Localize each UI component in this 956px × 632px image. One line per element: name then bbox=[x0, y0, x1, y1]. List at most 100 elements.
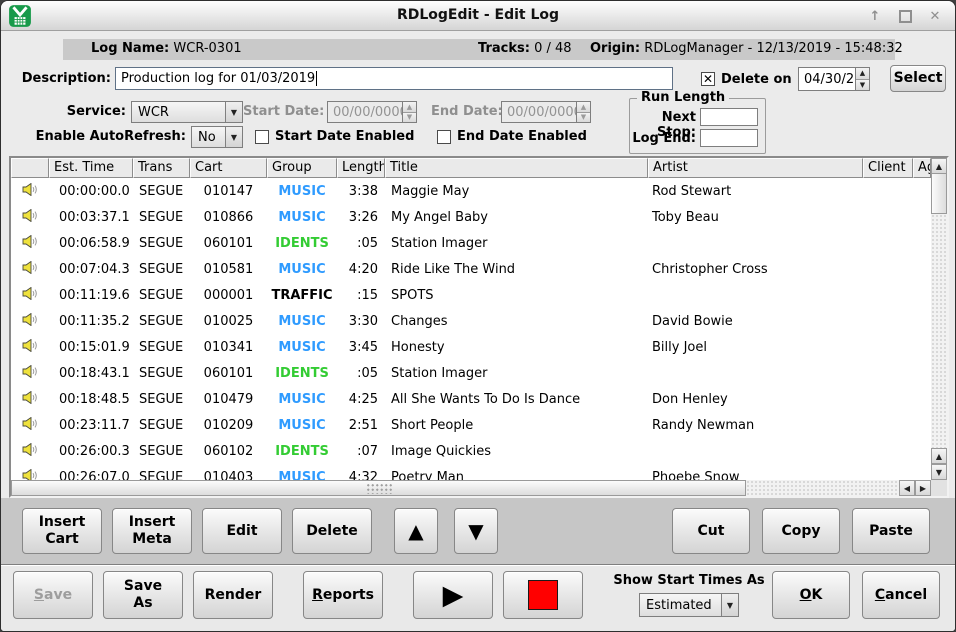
insert-cart-button[interactable]: Insert Cart bbox=[22, 508, 102, 554]
scroll-right-icon[interactable] bbox=[915, 480, 931, 496]
close-icon[interactable] bbox=[927, 8, 943, 24]
end-date-enabled-checkbox[interactable] bbox=[437, 130, 451, 144]
scroll-up-icon[interactable] bbox=[931, 448, 947, 464]
table-row[interactable]: 00:03:37.1SEGUE010866MUSIC3:26My Angel B… bbox=[11, 204, 931, 230]
cell-artist: Don Henley bbox=[648, 392, 863, 407]
scroll-down-icon[interactable] bbox=[931, 464, 947, 480]
scroll-left-icon[interactable] bbox=[899, 480, 915, 496]
save-as-button[interactable]: Save As bbox=[103, 571, 183, 619]
column-header-trans[interactable]: Trans bbox=[133, 158, 190, 178]
stop-square-icon bbox=[528, 580, 558, 610]
table-row[interactable]: 00:07:04.3SEGUE010581MUSIC4:20Ride Like … bbox=[11, 256, 931, 282]
table-row[interactable]: 00:26:00.3SEGUE060102IDENTS:07Image Quic… bbox=[11, 438, 931, 464]
column-header-cart[interactable]: Cart bbox=[190, 158, 267, 178]
cancel-button[interactable]: Cancel bbox=[862, 571, 940, 619]
spin-up-icon[interactable] bbox=[856, 68, 869, 80]
spin-down-icon[interactable] bbox=[856, 80, 869, 91]
column-header-length[interactable]: Length bbox=[337, 158, 385, 178]
scroll-up-icon[interactable] bbox=[931, 158, 947, 174]
copy-button[interactable]: Copy bbox=[762, 508, 840, 554]
table-row[interactable]: 00:18:43.1SEGUE060101IDENTS:05Station Im… bbox=[11, 360, 931, 386]
paste-button[interactable]: Paste bbox=[852, 508, 930, 554]
table-row[interactable]: 00:06:58.9SEGUE060101IDENTS:05Station Im… bbox=[11, 230, 931, 256]
cell-artist: Randy Newman bbox=[648, 418, 863, 433]
column-header-group[interactable]: Group bbox=[267, 158, 337, 178]
column-header-title[interactable]: Title bbox=[385, 158, 648, 178]
cell-cart: 010025 bbox=[190, 314, 267, 329]
cell-length: :15 bbox=[337, 288, 385, 303]
save-button[interactable]: Save bbox=[13, 571, 93, 619]
service-select[interactable]: WCR bbox=[131, 101, 243, 123]
ok-button[interactable]: OK bbox=[772, 571, 850, 619]
maximize-icon[interactable] bbox=[897, 8, 913, 24]
table-row[interactable]: 00:11:19.6SEGUE000001TRAFFIC:15SPOTS bbox=[11, 282, 931, 308]
table-row[interactable]: 00:18:48.5SEGUE010479MUSIC4:25All She Wa… bbox=[11, 386, 931, 412]
play-button[interactable]: ▶ bbox=[413, 571, 493, 619]
cut-button[interactable]: Cut bbox=[672, 508, 750, 554]
column-header-est-time[interactable]: Est. Time bbox=[49, 158, 133, 178]
button-label: Save As bbox=[124, 578, 162, 612]
table-row[interactable]: 00:26:07.0SEGUE010403MUSIC4:32Poetry Man… bbox=[11, 464, 931, 480]
cell-time: 00:07:04.3 bbox=[49, 262, 133, 277]
v-scroll-track[interactable] bbox=[931, 214, 947, 448]
cell-cart: 010866 bbox=[190, 210, 267, 225]
move-down-button[interactable]: ▼ bbox=[454, 508, 498, 554]
move-up-button[interactable]: ▲ bbox=[394, 508, 438, 554]
v-scrollbar[interactable] bbox=[931, 158, 947, 480]
column-header-client[interactable]: Client bbox=[863, 158, 913, 178]
shade-icon[interactable] bbox=[867, 8, 883, 24]
spin-down-icon bbox=[403, 113, 416, 123]
end-date-label: End Date: bbox=[431, 104, 493, 119]
cell-group: MUSIC bbox=[267, 418, 337, 433]
speaker-icon bbox=[22, 391, 39, 408]
h-scrollbar[interactable] bbox=[11, 480, 931, 496]
table-row[interactable]: 00:15:01.9SEGUE010341MUSIC3:45HonestyBil… bbox=[11, 334, 931, 360]
stop-button[interactable] bbox=[503, 571, 583, 619]
render-button[interactable]: Render bbox=[193, 571, 273, 619]
column-header-artist[interactable]: Artist bbox=[648, 158, 863, 178]
h-scroll-track[interactable] bbox=[746, 480, 899, 496]
spin-down-icon bbox=[577, 113, 590, 123]
titlebar[interactable]: RDLogEdit - Edit Log bbox=[1, 1, 955, 31]
log-rows: 00:00:00.0SEGUE010147MUSIC3:38Maggie May… bbox=[11, 178, 931, 480]
cell-time: 00:00:00.0 bbox=[49, 184, 133, 199]
cell-group: MUSIC bbox=[267, 184, 337, 199]
show-start-times-select[interactable]: Estimated bbox=[639, 593, 739, 617]
h-scroll-thumb[interactable] bbox=[11, 480, 746, 496]
autorefresh-select[interactable]: No bbox=[191, 126, 243, 148]
table-row[interactable]: 00:11:35.2SEGUE010025MUSIC3:30ChangesDav… bbox=[11, 308, 931, 334]
cell-cart: 010403 bbox=[190, 470, 267, 481]
start-date-enabled-label: Start Date Enabled bbox=[275, 129, 414, 144]
reports-button[interactable]: Reports bbox=[303, 571, 383, 619]
edit-button[interactable]: Edit bbox=[202, 508, 282, 554]
cell-artist: Billy Joel bbox=[648, 340, 863, 355]
cell-length: 2:51 bbox=[337, 418, 385, 433]
speaker-icon bbox=[22, 209, 39, 226]
delete-on-checkbox[interactable] bbox=[701, 72, 715, 86]
column-header-icon[interactable] bbox=[11, 158, 49, 178]
start-date-enabled-checkbox[interactable] bbox=[255, 130, 269, 144]
cell-icon bbox=[11, 235, 49, 252]
v-scroll-thumb[interactable] bbox=[931, 174, 947, 214]
delete-button[interactable]: Delete bbox=[292, 508, 372, 554]
description-input[interactable]: Production log for 01/03/2019 bbox=[115, 67, 673, 90]
cell-group: IDENTS bbox=[267, 366, 337, 381]
up-triangle-icon: ▲ bbox=[408, 521, 423, 541]
button-label: Cancel bbox=[875, 587, 927, 604]
speaker-icon bbox=[22, 261, 39, 278]
cell-trans: SEGUE bbox=[133, 366, 190, 381]
cell-length: :07 bbox=[337, 444, 385, 459]
table-row[interactable]: 00:23:11.7SEGUE010209MUSIC2:51Short Peop… bbox=[11, 412, 931, 438]
delete-on-label: Delete on bbox=[721, 72, 792, 87]
column-header-age[interactable]: Age bbox=[913, 158, 931, 178]
insert-meta-button[interactable]: Insert Meta bbox=[112, 508, 192, 554]
info-bar: Log Name: WCR-0301 Tracks: 0 / 48 Origin… bbox=[63, 39, 895, 60]
window-title: RDLogEdit - Edit Log bbox=[1, 7, 955, 23]
grip-dots-icon bbox=[366, 483, 392, 494]
cell-icon bbox=[11, 417, 49, 434]
select-button[interactable]: Select bbox=[890, 65, 946, 92]
cell-icon bbox=[11, 313, 49, 330]
table-row[interactable]: 00:00:00.0SEGUE010147MUSIC3:38Maggie May… bbox=[11, 178, 931, 204]
delete-date-spinner[interactable]: 04/30/2019 bbox=[798, 67, 870, 91]
cell-cart: 060101 bbox=[190, 236, 267, 251]
